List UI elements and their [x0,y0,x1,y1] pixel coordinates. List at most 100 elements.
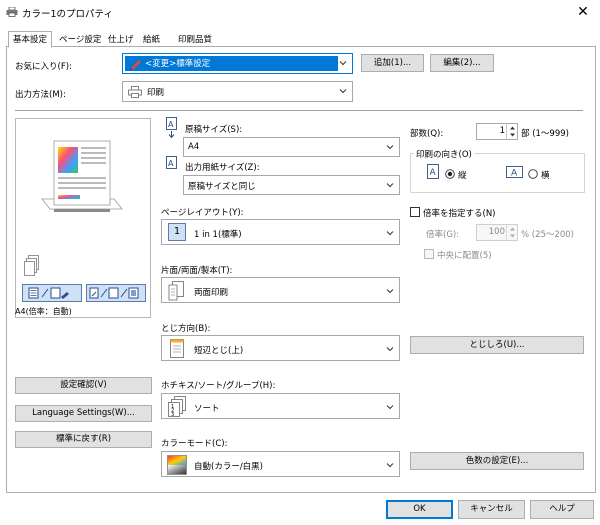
original-size-label: 原稿サイズ(S): [185,125,243,135]
ok-button[interactable]: OK [386,500,453,519]
copies-spinner[interactable]: 1 [476,123,518,140]
output-method-value: 印刷 [147,88,165,98]
scale-label: 倍率(G): [426,230,460,240]
spinner-arrows-icon[interactable] [507,124,518,139]
landscape-radio[interactable] [528,169,538,179]
center-checkbox-label: 中央に配置(5) [437,251,492,261]
color-mode-icon [167,455,187,475]
chevron-down-icon [339,89,347,94]
chevron-down-icon [386,463,394,468]
chevron-down-icon [386,183,394,188]
landscape-label: 横 [541,171,550,181]
binding-label: とじ方向(B): [161,324,211,334]
layout-button-right[interactable] [86,284,146,302]
portrait-radio[interactable] [445,169,455,179]
page-layout-dropdown[interactable]: 1 1 in 1(標準) [161,219,400,245]
duplex-dropdown[interactable]: 両面印刷 [161,277,400,303]
favorites-label: お気に入り(F): [15,62,72,72]
layout-1in1-icon: 1 [168,223,186,241]
scale-checkbox[interactable] [410,207,420,217]
duplex-value: 両面印刷 [194,288,229,298]
tab-finishing[interactable]: 仕上げ [103,33,139,47]
original-size-value: A4 [188,142,200,152]
original-size-icon: A [165,117,179,139]
cancel-button[interactable]: キャンセル [458,500,525,519]
sort-icon: 123 [166,396,188,418]
confirm-settings-button[interactable]: 設定確認(V) [15,377,152,394]
chevron-down-icon [386,405,394,410]
preview-caption: A4(倍率：自動) [15,307,72,316]
chevron-down-icon [339,61,347,66]
pencil-icon [129,57,143,70]
scale-range: % (25〜200) [521,230,574,240]
paper-size-dropdown[interactable]: 原稿サイズと同じ [183,175,400,195]
paper-size-label: 出力用紙サイズ(Z): [185,163,260,173]
finishing-label: ホチキス/ソート/グループ(H): [161,381,276,391]
svg-text:3: 3 [171,412,174,418]
duplex-label: 片面/両面/製本(T): [161,266,233,276]
svg-text:A: A [168,159,174,168]
help-button[interactable]: ヘルプ [530,500,594,519]
portrait-label: 縦 [458,171,467,181]
svg-text:A: A [168,120,174,129]
scale-value: 100 [488,227,505,237]
copies-label: 部数(Q): [410,129,444,139]
color-mode-dropdown[interactable]: 自動(カラー/白黒) [161,451,400,477]
color-mode-label: カラーモード(C): [161,439,228,449]
output-method-label: 出力方法(M): [15,90,66,100]
pages-stack-icon [24,255,40,277]
window-title: カラー1のプロパティ [22,9,113,20]
page-layout-label: ページレイアウト(Y): [161,208,244,218]
tab-divider [6,46,596,47]
orientation-group-label: 印刷の向き(O) [414,148,474,160]
svg-text:A: A [511,169,518,179]
spinner-buttons[interactable] [506,124,517,139]
section-separator [15,110,583,111]
paper-size-value: 原稿サイズと同じ [188,182,256,192]
center-checkbox[interactable] [424,249,434,259]
landscape-icon: A [506,166,524,179]
duplex-icon [168,281,186,301]
tab-paper-source[interactable]: 給紙 [138,33,165,47]
layout-button-left[interactable] [22,284,82,302]
tab-page-setup[interactable]: ページ設定 [54,33,106,47]
chevron-down-icon [386,289,394,294]
finishing-value: ソート [194,404,220,414]
color-settings-button[interactable]: 色数の設定(E)... [410,452,584,470]
finishing-dropdown[interactable]: 123 ソート [161,393,400,419]
spinner-buttons[interactable] [506,225,517,240]
close-icon[interactable]: ✕ [574,3,592,21]
favorites-value: <変更>標準設定 [145,59,211,69]
binding-value: 短辺とじ(上) [194,346,244,356]
favorites-dropdown[interactable]: <変更>標準設定 [122,53,353,74]
spinner-arrows-icon[interactable] [507,225,518,240]
title-bar: カラー1のプロパティ ✕ [0,0,600,26]
chevron-down-icon [386,347,394,352]
favorites-add-button[interactable]: 追加(1)... [361,54,424,72]
binding-icon [168,339,186,359]
binding-dropdown[interactable]: 短辺とじ(上) [161,335,400,361]
svg-text:A: A [430,168,437,178]
copies-unit: 部 (1〜999) [521,129,569,139]
printer-icon [6,6,18,17]
color-mode-value: 自動(カラー/白黒) [194,462,263,472]
original-size-dropdown[interactable]: A4 [183,137,400,157]
restore-defaults-button[interactable]: 標準に戻す(R) [15,431,152,448]
portrait-icon: A [426,164,440,180]
chevron-down-icon [386,145,394,150]
chevron-down-icon [386,231,394,236]
scale-checkbox-label: 倍率を指定する(N) [423,209,496,219]
paper-size-icon: A [165,156,179,170]
favorites-edit-button[interactable]: 編集(2)... [430,54,494,72]
tab-basic[interactable]: 基本設定 [8,31,53,48]
output-method-dropdown[interactable]: 印刷 [122,81,353,102]
margin-button[interactable]: とじしろ(U)... [410,336,584,354]
page-layout-value: 1 in 1(標準) [194,230,242,240]
scale-spinner[interactable]: 100 [476,224,518,241]
copies-value: 1 [499,126,505,136]
language-settings-button[interactable]: Language Settings(W)... [15,405,152,422]
print-icon [128,86,142,98]
preview-panel [15,118,151,318]
tab-print-quality[interactable]: 印刷品質 [173,33,217,47]
page-preview [40,139,124,223]
